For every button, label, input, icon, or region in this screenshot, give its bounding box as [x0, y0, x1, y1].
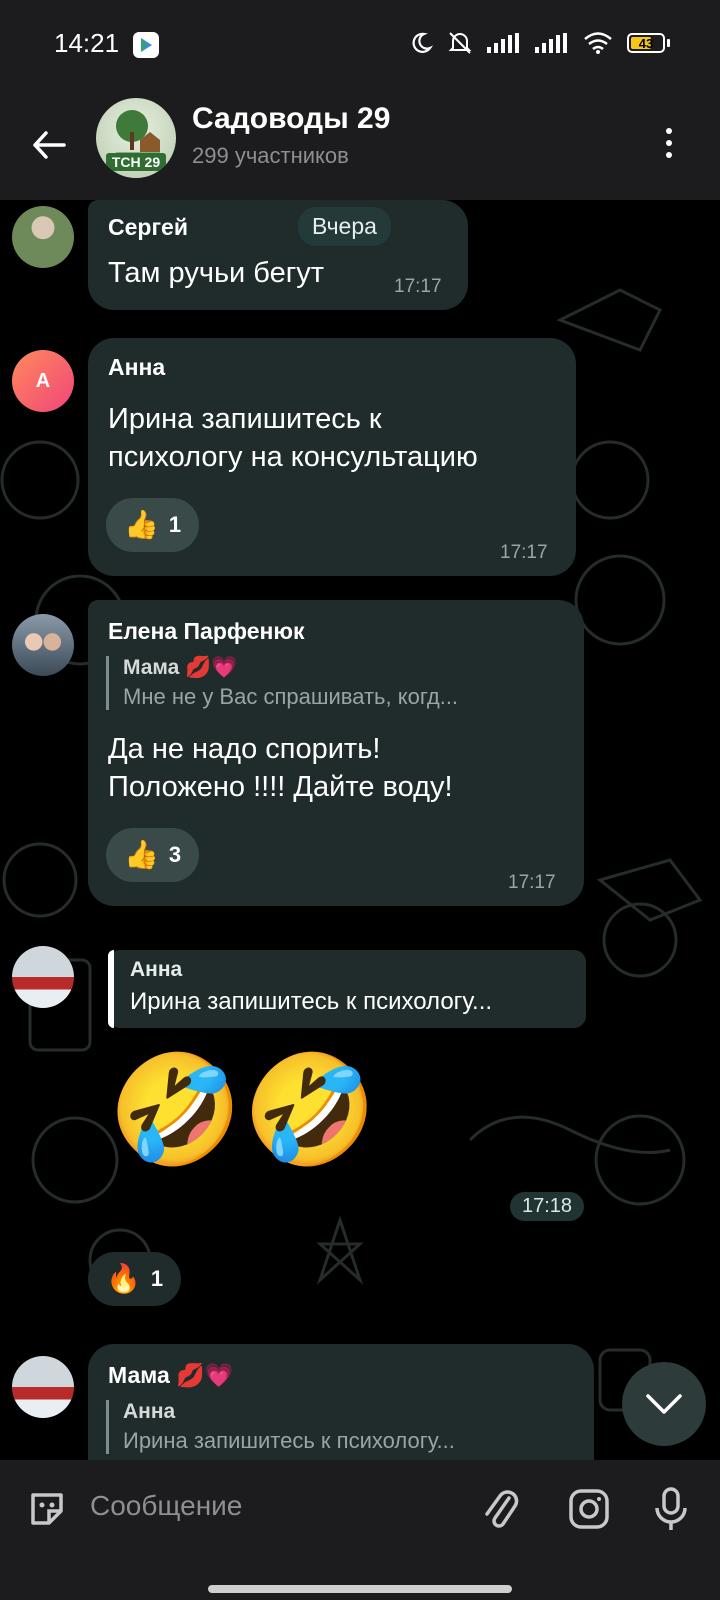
attach-button[interactable] [476, 1484, 526, 1534]
reply-preview[interactable]: Анна Ирина запишитесь к психологу... [106, 1400, 455, 1454]
reply-text: Мне не у Вас спрашивать, когд... [123, 684, 459, 709]
signal-icon [487, 33, 519, 53]
message-time: 17:17 [508, 872, 556, 893]
message-time: 17:18 [510, 1192, 585, 1221]
reply-sender: Анна [123, 1400, 176, 1423]
reaction-count: 3 [168, 842, 182, 867]
lips-heart-emoji: 💋💗 [176, 1362, 234, 1388]
avatar-mama[interactable] [12, 1356, 74, 1418]
dot [666, 128, 672, 134]
avatar-letter: А [35, 369, 51, 392]
chevron-down-icon [646, 1394, 682, 1414]
message-text: Ирина запишитесь к психологу на консульт… [108, 400, 478, 476]
reaction-count: 1 [150, 1266, 164, 1291]
reply-preview-card[interactable]: Анна Ирина запишитесь к психологу... [108, 950, 586, 1028]
message-line: Ирина запишитесь к [108, 403, 382, 435]
more-options-button[interactable] [654, 118, 684, 168]
paperclip-icon [485, 1490, 519, 1528]
microphone-icon [655, 1487, 687, 1530]
reaction-chip[interactable]: 👍 3 [106, 828, 200, 882]
message-input-bar: Сообщение [0, 1460, 720, 1600]
dot [666, 140, 672, 146]
reaction-chip[interactable]: 👍 1 [106, 498, 200, 552]
voice-message-button[interactable] [646, 1484, 696, 1534]
home-indicator[interactable] [208, 1585, 512, 1593]
avatar-group-photo[interactable] [12, 946, 74, 1008]
chat-header: ТСН 29 Садоводы 29 299 участников [0, 90, 720, 200]
back-button[interactable] [24, 120, 74, 170]
reply-text: Ирина запишитесь к психологу... [130, 988, 493, 1015]
group-avatar[interactable]: ТСН 29 [96, 98, 176, 178]
sticker-icon [31, 1493, 63, 1525]
emoji-message[interactable]: 🤣🤣 [108, 1050, 377, 1170]
message-bubble[interactable]: Анна Ирина запишитесь к психологу на кон… [88, 338, 576, 576]
thumbs-up-icon: 👍 [124, 839, 159, 870]
mute-bell-icon [448, 32, 472, 54]
reply-preview[interactable]: Мама 💋💗 Мне не у Вас спрашивать, когд... [106, 656, 458, 710]
chat-title[interactable]: Садоводы 29 [192, 102, 390, 136]
dot [666, 152, 672, 158]
video-message-button[interactable] [564, 1484, 614, 1534]
sticker-button[interactable] [22, 1484, 72, 1534]
message-bubble[interactable]: Елена Парфенюк Мама 💋💗 Мне не у Вас спра… [88, 600, 584, 906]
battery-indicator: 43 [627, 33, 670, 53]
battery-level: 43 [638, 35, 654, 51]
status-bar: 14:21 43 [0, 0, 720, 90]
message-time: 17:17 [394, 276, 442, 297]
message-input[interactable]: Сообщение [90, 1490, 242, 1522]
app-notification-icon [133, 32, 159, 58]
arrow-left-icon [33, 131, 66, 159]
message-line: психологу на консультацию [108, 441, 478, 473]
message-sender[interactable]: Елена Парфенюк [108, 618, 305, 645]
camera-icon [569, 1489, 609, 1529]
avatar-elena[interactable] [12, 614, 74, 676]
message-line: Да не надо спорить! [108, 733, 381, 765]
reaction-chip[interactable]: 🔥 1 [88, 1252, 182, 1306]
reaction-count: 1 [168, 512, 182, 537]
reply-sender: Анна [130, 958, 183, 981]
scroll-down-button[interactable] [622, 1362, 706, 1446]
signal-2-icon [535, 33, 567, 53]
message-sender[interactable]: Мама [108, 1362, 170, 1388]
message-sender[interactable]: Сергей [108, 214, 188, 241]
fire-icon: 🔥 [106, 1263, 141, 1294]
reply-text: Ирина запишитесь к психологу... [123, 1428, 455, 1453]
lips-heart-emoji: 💋💗 [185, 656, 238, 679]
message-text: Там ручьи бегут [108, 257, 325, 289]
thumbs-up-icon: 👍 [124, 509, 159, 540]
message-time: 17:17 [500, 542, 548, 563]
moon-icon [412, 32, 433, 53]
avatar-anna[interactable]: А [12, 350, 74, 412]
avatar-sergey[interactable] [12, 206, 74, 268]
message-line: Положено !!!! Дайте воду! [108, 771, 453, 803]
message-text: Да не надо спорить! Положено !!!! Дайте … [108, 730, 453, 806]
status-time: 14:21 [54, 28, 120, 58]
status-icons: 43 [409, 30, 670, 56]
wifi-icon [584, 32, 612, 54]
group-avatar-label: ТСН 29 [105, 153, 167, 171]
message-sender[interactable]: Анна [108, 354, 165, 381]
date-pill: Вчера [298, 207, 391, 246]
participants-count: 299 участников [192, 143, 349, 168]
message-bubble[interactable]: Сергей Там ручьи бегут 17:17 [88, 200, 468, 310]
message-bubble[interactable]: Мама 💋💗 Анна Ирина запишитесь к психолог… [88, 1344, 594, 1474]
reply-sender: Мама [123, 656, 180, 679]
